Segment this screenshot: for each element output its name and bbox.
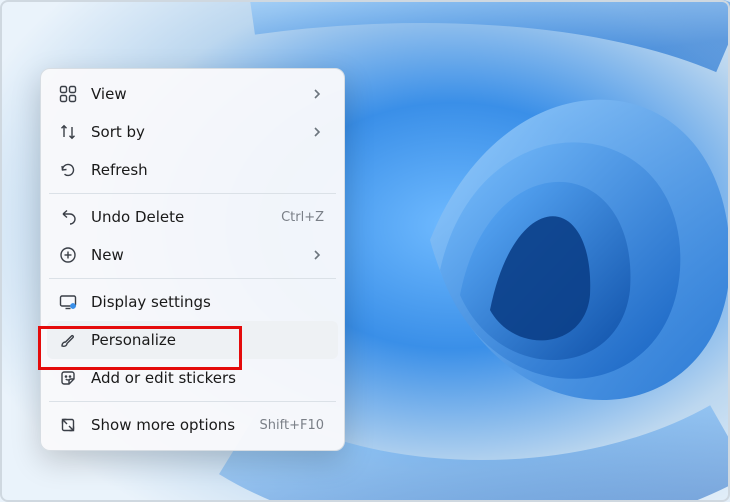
menu-label: Add or edit stickers [91, 369, 294, 387]
display-settings-icon [59, 293, 77, 311]
menu-item-personalize[interactable]: Personalize [47, 321, 338, 359]
chevron-right-icon [308, 87, 326, 101]
sort-icon [59, 123, 77, 141]
menu-label: New [91, 246, 294, 264]
desktop-context-menu: View Sort by Refresh Undo Delete Ctrl+Z … [40, 68, 345, 451]
menu-label: Undo Delete [91, 208, 267, 226]
menu-item-undo-delete[interactable]: Undo Delete Ctrl+Z [47, 198, 338, 236]
grid-icon [59, 85, 77, 103]
menu-item-show-more-options[interactable]: Show more options Shift+F10 [47, 406, 338, 444]
menu-item-display-settings[interactable]: Display settings [47, 283, 338, 321]
menu-shortcut: Ctrl+Z [281, 210, 326, 225]
menu-label: Display settings [91, 293, 294, 311]
menu-label: Show more options [91, 416, 246, 434]
menu-item-new[interactable]: New [47, 236, 338, 274]
paintbrush-icon [59, 331, 77, 349]
menu-divider [49, 193, 336, 194]
expand-icon [59, 416, 77, 434]
sticker-icon [59, 369, 77, 387]
menu-item-refresh[interactable]: Refresh [47, 151, 338, 189]
refresh-icon [59, 161, 77, 179]
undo-icon [59, 208, 77, 226]
menu-divider [49, 278, 336, 279]
menu-item-add-stickers[interactable]: Add or edit stickers [47, 359, 338, 397]
chevron-right-icon [308, 248, 326, 262]
menu-label: Personalize [91, 331, 294, 349]
menu-item-view[interactable]: View [47, 75, 338, 113]
chevron-right-icon [308, 125, 326, 139]
menu-label: Refresh [91, 161, 294, 179]
menu-label: Sort by [91, 123, 294, 141]
menu-shortcut: Shift+F10 [260, 418, 326, 433]
menu-divider [49, 401, 336, 402]
menu-item-sort-by[interactable]: Sort by [47, 113, 338, 151]
plus-circle-icon [59, 246, 77, 264]
menu-label: View [91, 85, 294, 103]
